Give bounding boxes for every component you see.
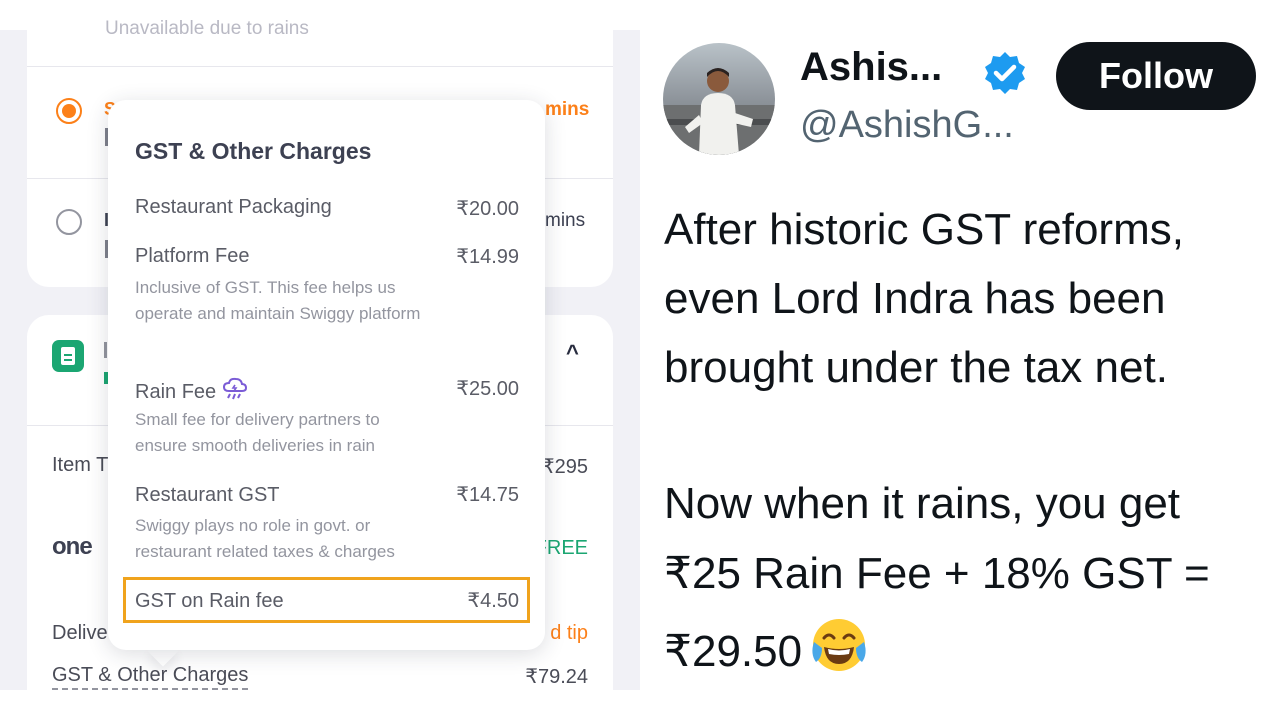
- charge-price: ₹20.00: [456, 198, 519, 220]
- charge-label: GST on Rain fee: [135, 590, 284, 612]
- gst-charges-text: GST & Other Charges: [52, 664, 249, 690]
- tweet-text-line: brought under the tax net.: [664, 343, 1168, 392]
- rain-cloud-icon: [223, 377, 248, 400]
- tweet-text-line: Now when it rains, you get: [664, 479, 1181, 528]
- charge-label: Rain Fee: [135, 381, 217, 403]
- follow-button[interactable]: Follow: [1056, 42, 1256, 110]
- verified-badge-icon: [985, 52, 1025, 94]
- face-with-tears-of-joy-icon: [812, 619, 866, 671]
- popup-title: GST & Other Charges: [135, 138, 372, 164]
- charge-description: Inclusive of GST. This fee helps us oper…: [135, 278, 421, 323]
- charge-description: Swiggy plays no role in govt. or restaur…: [135, 516, 395, 561]
- avatar[interactable]: [663, 43, 775, 155]
- tweet-panel: Ashis... @AshishG... Follow After histor…: [640, 0, 1280, 720]
- user-handle[interactable]: @AshishG...: [800, 104, 1014, 147]
- swiggy-one-logo: one: [52, 533, 93, 560]
- delivery-option-1-time: mins: [545, 99, 590, 120]
- gst-charges-label[interactable]: GST & Other Charges: [52, 664, 249, 690]
- bill-icon: [52, 340, 84, 372]
- collapse-chevron-icon[interactable]: ^: [566, 340, 579, 366]
- charge-label: Platform Fee: [135, 245, 250, 267]
- tweet-text-line: even Lord Indra has been: [664, 274, 1166, 323]
- charge-price: ₹14.75: [456, 484, 519, 506]
- delivery-option-radio-selected[interactable]: [56, 98, 82, 124]
- tweet-text-line: ₹25 Rain Fee + 18% GST =: [664, 549, 1210, 598]
- charge-price: ₹4.50: [467, 590, 519, 612]
- charge-price: ₹25.00: [456, 378, 519, 400]
- delivery-fee-label: Delive: [52, 622, 108, 644]
- tweet-text-line: After historic GST reforms,: [664, 205, 1184, 254]
- charge-label: Restaurant Packaging: [135, 196, 332, 218]
- gst-charges-popup: GST & Other Charges Restaurant Packaging…: [108, 100, 545, 650]
- tweet-text-last-line: ₹29.50: [664, 616, 868, 677]
- divider: [27, 66, 613, 67]
- tweet-text-line: ₹29.50: [664, 627, 803, 676]
- bill-title-fragment: [104, 342, 107, 358]
- gst-charges-value: ₹79.24: [525, 666, 588, 688]
- item-total-label: Item T: [52, 454, 109, 476]
- unavailable-note: Unavailable due to rains: [105, 18, 309, 39]
- user-display-name[interactable]: Ashis...: [800, 45, 942, 90]
- charge-price: ₹14.99: [456, 246, 519, 268]
- charge-label: Restaurant GST: [135, 484, 280, 506]
- rain-fee-row: Rain Fee: [135, 377, 248, 404]
- swiggy-checkout-panel: Unavailable due to rains S mins I mins ^…: [0, 0, 640, 720]
- charge-description: Small fee for delivery partners to ensur…: [135, 410, 380, 455]
- delivery-option-radio[interactable]: [56, 209, 82, 235]
- avatar-photo: [663, 43, 775, 155]
- delivery-option-2-time: mins: [545, 210, 586, 231]
